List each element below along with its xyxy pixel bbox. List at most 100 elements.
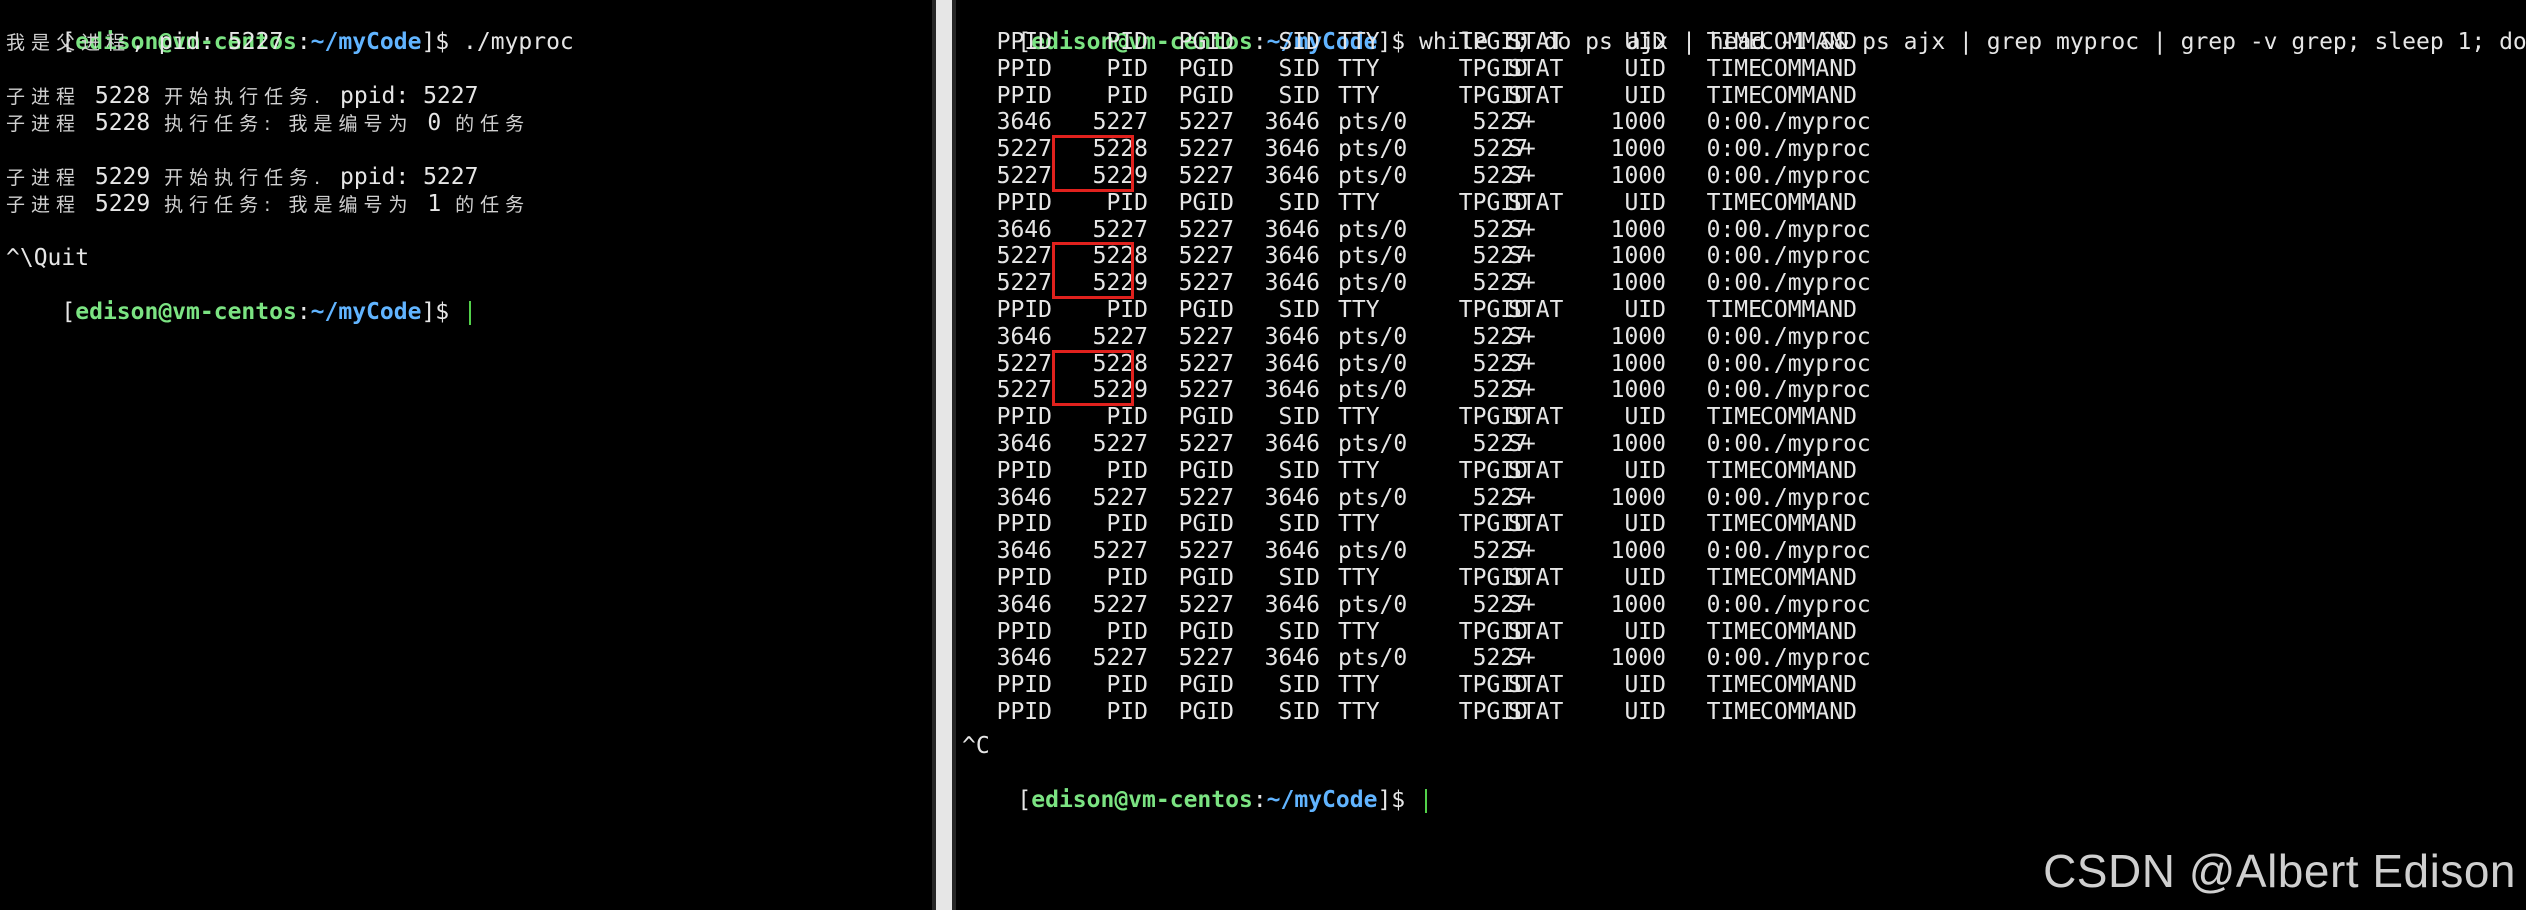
prompt-colon: : (296, 29, 311, 55)
ps-cell: 0:00 (1706, 484, 1762, 511)
ps-cell: PID (1106, 189, 1148, 216)
ps-cell: PGID (1178, 511, 1234, 538)
ps-cell: 3646 (996, 538, 1052, 565)
ps-process-row: 3646 5227 5227 3646 pts/0 5227 S+ 1000 0:00 ./myp… (956, 645, 2056, 672)
ps-cell: 3646 (1264, 538, 1320, 565)
ps-cell: 1000 (1610, 216, 1666, 243)
ps-cell: STAT (1508, 672, 1564, 699)
ps-cell: COMMAND (1760, 404, 1857, 431)
ps-cell: SID (1278, 511, 1320, 538)
output-segment: 0 (413, 110, 456, 136)
ps-cell: PID (1106, 457, 1148, 484)
left-output-line: 子进程 5228 开始执行任务. ppid: 5227 (6, 83, 478, 110)
ps-cell: 3646 (1264, 645, 1320, 672)
ps-cell: UID (1624, 618, 1666, 645)
ps-cell: STAT (1508, 511, 1564, 538)
ps-cell: SID (1278, 404, 1320, 431)
left-output-line: ^\Quit (6, 245, 89, 272)
ps-header-row: PPID PID PGID SID TTY TPGID STAT UID TIME COMMAND (956, 297, 2056, 324)
output-segment: 的任务 (455, 194, 531, 216)
pane-divider[interactable] (932, 0, 956, 910)
ps-cell: PPID (996, 404, 1052, 431)
ps-cell: 1000 (1610, 431, 1666, 457)
ps-cell: 5227 (1178, 350, 1234, 377)
ps-cell: COMMAND (1760, 297, 1857, 323)
ps-cell: PID (1106, 29, 1148, 55)
text-cursor (1425, 788, 1427, 813)
ps-cell: 0:00 (1706, 591, 1762, 618)
prompt-colon: : (296, 299, 311, 325)
ps-cell: ./myproc (1760, 645, 1871, 672)
ps-header-row: PPID PID PGID SID TTY TPGID STAT UID TIME COMMAND (956, 619, 2056, 646)
ps-cell: ./myproc (1760, 216, 1871, 243)
ps-cell: 5227 (1178, 163, 1234, 189)
ps-cell: 5227 (1178, 323, 1234, 350)
output-segment: ppid: 5227 (326, 164, 479, 190)
pid-highlight-box (1052, 242, 1134, 299)
ps-cell: S+ (1508, 136, 1536, 163)
ps-cell: TIME (1706, 189, 1762, 216)
left-terminal-pane[interactable]: [edison@vm-centos:~/myCode]$ ./myproc 我是… (0, 0, 932, 910)
ps-cell: PID (1106, 297, 1148, 323)
left-prompt-line-final[interactable]: [edison@vm-centos:~/myCode]$ (6, 272, 471, 325)
ps-cell: UID (1624, 699, 1666, 725)
ps-header-row: PPID PID PGID SID TTY TPGID STAT UID TIME COMMAND (956, 56, 2056, 83)
right-terminal-pane[interactable]: [edison@vm-centos:~/myCode]$ while :; do… (956, 0, 2526, 910)
ps-cell: PID (1106, 618, 1148, 645)
prompt-path: ~/myCode (1266, 787, 1378, 813)
left-output-line: 子进程 5229 开始执行任务. ppid: 5227 (6, 164, 478, 191)
ps-cell: 5227 (1178, 591, 1234, 618)
output-segment: 5229 (81, 164, 165, 190)
ps-cell: 1000 (1610, 377, 1666, 404)
ps-cell: PPID (996, 511, 1052, 538)
ps-cell: TIME (1706, 404, 1762, 431)
ps-cell: COMMAND (1760, 29, 1857, 55)
ps-cell: 5227 (1178, 243, 1234, 270)
ps-cell: TIME (1706, 82, 1762, 109)
ps-cell: 0:00 (1706, 538, 1762, 565)
ps-cell: 3646 (1264, 163, 1320, 189)
ps-cell: 1000 (1610, 270, 1666, 297)
ps-cell: STAT (1508, 189, 1564, 216)
right-prompt-line-final[interactable]: [edison@vm-centos:~/myCode]$ (962, 760, 1427, 813)
ps-cell: 0:00 (1706, 645, 1762, 672)
ps-cell: 3646 (1264, 431, 1320, 457)
output-segment: 1 (413, 191, 456, 217)
ps-cell: 3646 (1264, 270, 1320, 297)
ps-cell: 3646 (1264, 591, 1320, 618)
ps-cell: STAT (1508, 297, 1564, 323)
ps-cell: PPID (996, 189, 1052, 216)
ps-cell: PGID (1178, 189, 1234, 216)
prompt-user-host: edison@vm-centos (1031, 787, 1253, 813)
ps-header-row: PPID PID PGID SID TTY TPGID STAT UID TIME COMMAND (956, 511, 2056, 538)
ps-cell: 3646 (1264, 484, 1320, 511)
ps-header-row: PPID PID PGID SID TTY TPGID STAT UID TIME COMMAND (956, 404, 2056, 431)
ps-cell: ./myproc (1760, 377, 1871, 404)
ps-cell: PID (1106, 55, 1148, 82)
output-segment: 开始执行任务. (164, 86, 327, 108)
prompt-bracket: [ (61, 299, 76, 325)
ps-cell: 1000 (1610, 136, 1666, 163)
ps-process-row: 3646 5227 5227 3646 pts/0 5227 S+ 1000 0:00 ./myp… (956, 324, 2056, 351)
ps-cell: 3646 (1264, 243, 1320, 270)
ps-cell: COMMAND (1760, 618, 1857, 645)
ps-cell: ./myproc (1760, 350, 1871, 377)
ps-cell: SID (1278, 29, 1320, 55)
ps-cell: SID (1278, 55, 1320, 82)
ps-cell: 5227 (1092, 323, 1148, 350)
ps-cell: PGID (1178, 82, 1234, 109)
ps-cell: 1000 (1610, 163, 1666, 189)
ps-cell: UID (1624, 29, 1666, 55)
ps-cell: 3646 (1264, 216, 1320, 243)
ps-cell: ./myproc (1760, 431, 1871, 457)
ps-cell: 1000 (1610, 538, 1666, 565)
ps-cell: 5227 (996, 350, 1052, 377)
ps-cell: 3646 (1264, 377, 1320, 404)
output-segment: 执行任务: 我是编号为 (164, 113, 414, 135)
ps-cell: 0:00 (1706, 163, 1762, 189)
ps-cell: S+ (1508, 216, 1536, 243)
ps-cell: COMMAND (1760, 457, 1857, 484)
ps-cell: PGID (1178, 404, 1234, 431)
output-segment: 开始执行任务. (164, 167, 327, 189)
ps-cell: ./myproc (1760, 323, 1871, 350)
